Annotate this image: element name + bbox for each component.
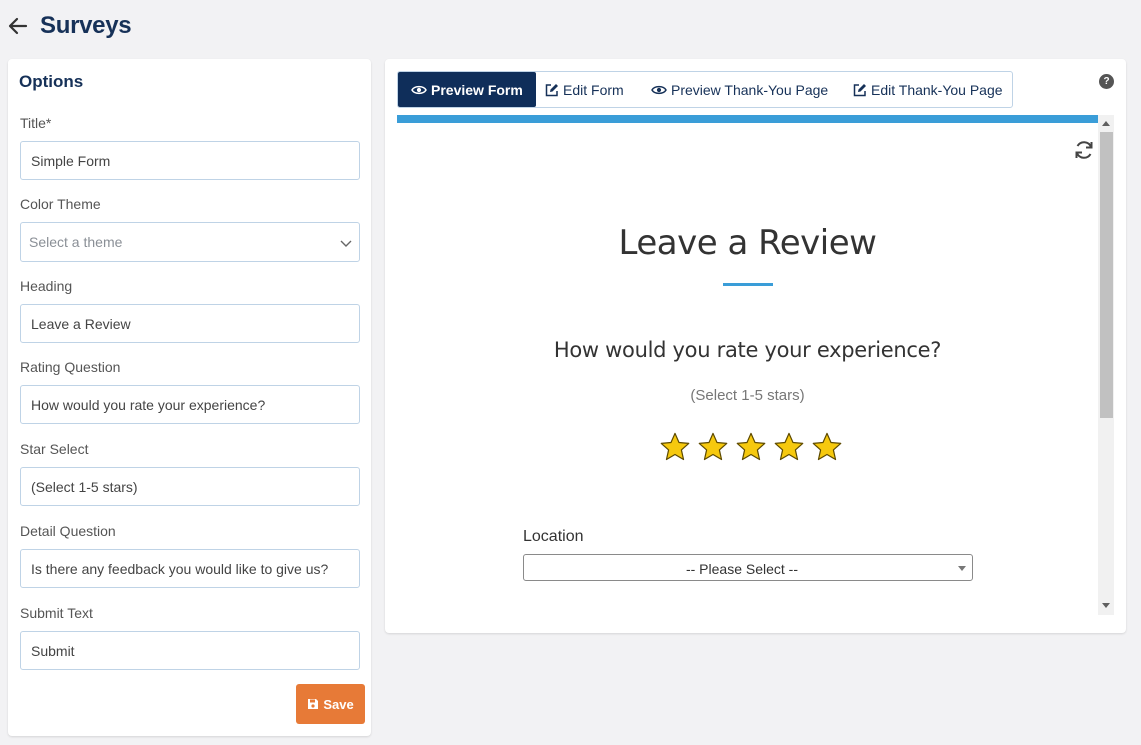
star-rating — [659, 431, 859, 465]
detail-question-label: Detail Question — [20, 523, 116, 539]
submit-text-input[interactable] — [20, 631, 360, 670]
tab-label: Edit Thank-You Page — [871, 81, 1003, 98]
heading-input[interactable] — [20, 304, 360, 343]
rating-question: How would you rate your experience? — [553, 338, 942, 362]
tab-edit-form[interactable]: Edit Form — [545, 72, 624, 107]
submit-text-label: Submit Text — [20, 605, 93, 621]
preview-panel: Preview Form Edit Form Preview Thank-You… — [385, 59, 1126, 633]
heading-divider — [723, 283, 773, 286]
save-button[interactable]: Save — [296, 684, 365, 724]
options-heading: Options — [19, 72, 84, 91]
page-title: Surveys — [40, 12, 132, 39]
tab-label: Edit Form — [563, 81, 624, 98]
tab-label: Preview Thank-You Page — [671, 81, 829, 98]
eye-icon — [651, 85, 667, 94]
caret-down-icon — [958, 566, 966, 571]
color-theme-placeholder: Select a theme — [29, 234, 123, 250]
refresh-icon[interactable] — [1073, 139, 1095, 161]
title-input[interactable] — [20, 141, 360, 180]
location-select[interactable]: -- Please Select -- — [523, 554, 973, 581]
star-icon[interactable] — [735, 431, 767, 463]
form-top-bar — [397, 115, 1098, 123]
options-panel: Options Title* Color Theme Select a them… — [8, 59, 371, 736]
detail-question-input[interactable] — [20, 549, 360, 588]
top-bar: Surveys — [0, 0, 1141, 54]
rating-question-input[interactable] — [20, 385, 360, 424]
edit-icon — [853, 83, 866, 96]
location-label: Location — [523, 528, 584, 545]
star-select-label: Star Select — [20, 441, 89, 457]
star-icon[interactable] — [773, 431, 805, 463]
star-icon[interactable] — [697, 431, 729, 463]
star-select-input[interactable] — [20, 467, 360, 506]
star-hint: (Select 1-5 stars) — [690, 387, 805, 404]
scrollbar-thumb[interactable] — [1100, 132, 1113, 418]
save-button-label: Save — [323, 696, 354, 712]
heading-label: Heading — [20, 278, 73, 294]
tab-bar: Preview Form Edit Form Preview Thank-You… — [397, 71, 1013, 108]
title-label: Title* — [20, 115, 52, 131]
tab-preview-thank-you[interactable]: Preview Thank-You Page — [651, 72, 828, 107]
tab-preview-form[interactable]: Preview Form — [398, 72, 536, 107]
star-icon[interactable] — [659, 431, 691, 463]
scroll-down-arrow-icon[interactable] — [1102, 603, 1110, 608]
back-arrow-icon[interactable] — [6, 14, 30, 38]
chevron-down-icon — [340, 240, 352, 247]
rating-question-label: Rating Question — [20, 359, 121, 375]
eye-icon — [411, 85, 427, 94]
edit-icon — [545, 83, 558, 96]
scroll-up-arrow-icon[interactable] — [1102, 121, 1110, 126]
location-select-value: -- Please Select -- — [685, 561, 799, 577]
tab-edit-thank-you[interactable]: Edit Thank-You Page — [853, 72, 1003, 107]
star-icon[interactable] — [811, 431, 843, 463]
tab-label: Preview Form — [431, 81, 523, 98]
floppy-disk-icon — [308, 699, 319, 709]
color-theme-select[interactable]: Select a theme — [20, 222, 360, 262]
help-icon[interactable]: ? — [1099, 74, 1114, 89]
form-heading: Leave a Review — [618, 223, 877, 263]
color-theme-label: Color Theme — [20, 196, 101, 212]
form-preview-frame: Leave a Review How would you rate your e… — [397, 115, 1114, 615]
